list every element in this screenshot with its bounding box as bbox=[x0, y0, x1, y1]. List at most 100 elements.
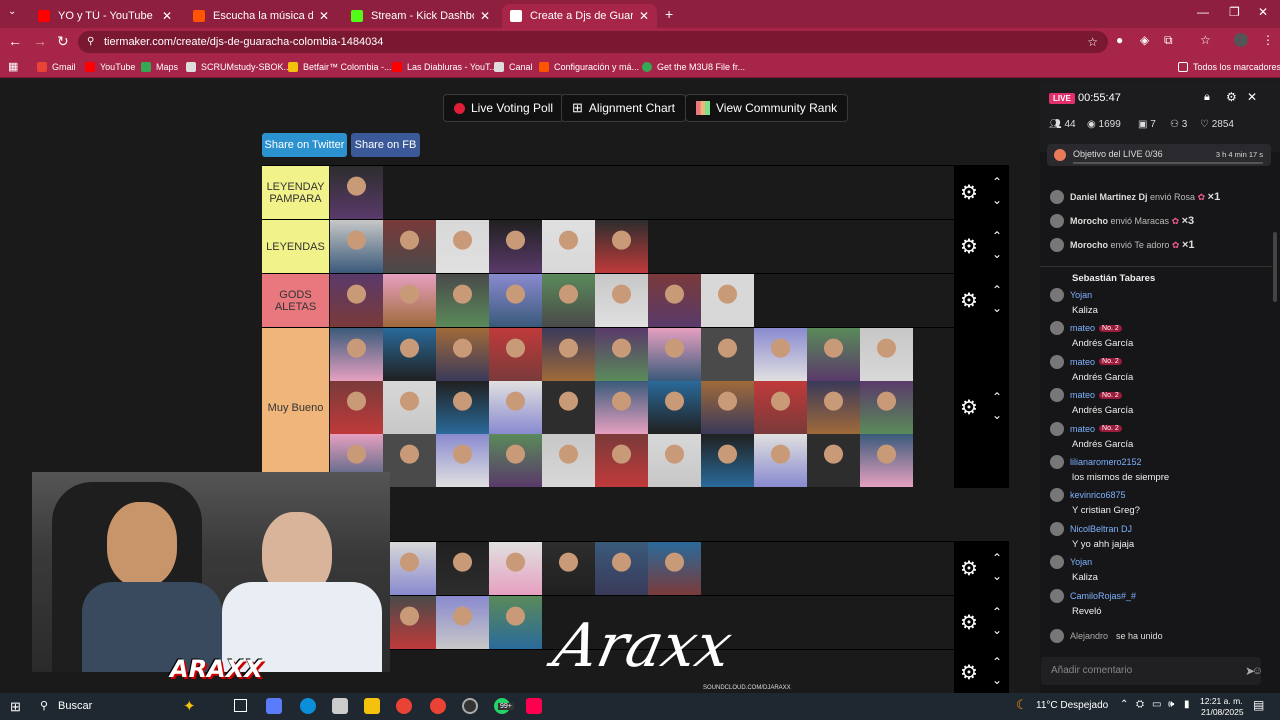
dj-thumbnail[interactable] bbox=[383, 274, 436, 327]
dj-thumbnail[interactable] bbox=[542, 542, 595, 595]
move-up-icon[interactable]: ⌃ bbox=[992, 605, 1002, 619]
share-twitter-button[interactable]: Share on Twitter bbox=[262, 133, 347, 157]
dj-thumbnail[interactable] bbox=[648, 542, 701, 595]
tray-chevron-icon[interactable]: ⌃ bbox=[1120, 699, 1128, 710]
dj-thumbnail[interactable] bbox=[383, 596, 436, 649]
dj-thumbnail[interactable] bbox=[754, 381, 807, 434]
dj-thumbnail[interactable] bbox=[595, 381, 648, 434]
dj-thumbnail[interactable] bbox=[436, 328, 489, 381]
store-icon[interactable] bbox=[332, 698, 348, 714]
dj-thumbnail[interactable] bbox=[595, 434, 648, 487]
bookmark-config[interactable]: Configuración y má... bbox=[539, 59, 639, 75]
chrome-icon[interactable] bbox=[396, 698, 412, 714]
tab-youtube[interactable]: YO y TÚ - YouTube ✕ bbox=[30, 4, 180, 28]
dj-thumbnail[interactable] bbox=[701, 434, 754, 487]
extension-icon[interactable]: ● bbox=[1116, 33, 1123, 47]
settings-gear-icon[interactable]: ⚙ bbox=[960, 556, 978, 581]
lock-icon[interactable]: 🔒︎ bbox=[1204, 91, 1210, 104]
dj-thumbnail[interactable] bbox=[436, 381, 489, 434]
community-rank-button[interactable]: View Community Rank bbox=[685, 94, 849, 122]
dj-thumbnail[interactable] bbox=[701, 328, 754, 381]
dj-thumbnail[interactable] bbox=[542, 220, 595, 273]
forward-icon[interactable]: → bbox=[33, 33, 47, 49]
tab-tiermaker[interactable]: Create a Djs de Guaracha COLO ✕ bbox=[502, 4, 657, 28]
dj-thumbnail[interactable] bbox=[701, 381, 754, 434]
weather-text[interactable]: 11°C Despejado bbox=[1036, 700, 1108, 711]
move-down-icon[interactable]: ⌄ bbox=[992, 623, 1002, 637]
tab-search-icon[interactable]: ⌄ bbox=[8, 6, 16, 17]
dj-thumbnail[interactable] bbox=[807, 434, 860, 487]
bookmarks-icon[interactable]: ☆ bbox=[1200, 33, 1211, 47]
chat-scrollbar[interactable] bbox=[1273, 232, 1277, 302]
dj-thumbnail[interactable] bbox=[860, 381, 913, 434]
close-icon[interactable]: ✕ bbox=[639, 9, 649, 23]
dj-thumbnail[interactable] bbox=[436, 220, 489, 273]
message-user[interactable]: mateo bbox=[1070, 323, 1095, 333]
dj-thumbnail[interactable] bbox=[330, 220, 383, 273]
battery-icon[interactable]: ▮ bbox=[1184, 699, 1190, 710]
dj-thumbnail[interactable] bbox=[595, 220, 648, 273]
address-bar[interactable]: ⚲ tiermaker.com/create/djs-de-guaracha-c… bbox=[78, 31, 1108, 53]
dj-thumbnail[interactable] bbox=[383, 381, 436, 434]
settings-gear-icon[interactable]: ⚙ bbox=[960, 610, 978, 635]
dj-thumbnail[interactable] bbox=[807, 328, 860, 381]
dj-thumbnail[interactable] bbox=[330, 381, 383, 434]
close-icon[interactable]: ✕ bbox=[1247, 90, 1257, 104]
dj-thumbnail[interactable] bbox=[436, 274, 489, 327]
close-icon[interactable]: ✕ bbox=[162, 9, 172, 23]
move-up-icon[interactable]: ⌃ bbox=[992, 283, 1002, 297]
dj-thumbnail[interactable] bbox=[489, 220, 542, 273]
dj-thumbnail[interactable] bbox=[330, 166, 383, 219]
dj-thumbnail[interactable] bbox=[436, 434, 489, 487]
menu-icon[interactable]: ⋮ bbox=[1262, 33, 1274, 47]
dj-thumbnail[interactable] bbox=[542, 434, 595, 487]
task-view-icon[interactable] bbox=[234, 699, 247, 712]
windows-start-icon[interactable]: ⊞ bbox=[10, 699, 21, 715]
clock-date[interactable]: 21/08/2025 bbox=[1201, 707, 1244, 717]
dj-thumbnail[interactable] bbox=[489, 542, 542, 595]
live-goal-bar[interactable]: Objetivo del LIVE 0/36 3 h 4 min 17 s bbox=[1047, 144, 1271, 166]
copilot-sparkle-icon[interactable]: ✦ bbox=[183, 697, 196, 715]
message-user[interactable]: Yojan bbox=[1070, 290, 1092, 300]
bookmark-canal[interactable]: Canal bbox=[494, 59, 533, 75]
restore-icon[interactable]: ❐ bbox=[1229, 5, 1240, 19]
move-down-icon[interactable]: ⌄ bbox=[992, 247, 1002, 261]
bookmark-youtube[interactable]: YouTube bbox=[85, 59, 135, 75]
dj-thumbnail[interactable] bbox=[648, 274, 701, 327]
message-user[interactable]: mateo bbox=[1070, 357, 1095, 367]
live-voting-button[interactable]: Live Voting Poll bbox=[443, 94, 565, 122]
message-user[interactable]: NicolBeltran DJ bbox=[1070, 524, 1132, 534]
message-user[interactable]: lilianaromero2152 bbox=[1070, 457, 1142, 467]
apps-grid-icon[interactable]: ▦ bbox=[8, 60, 18, 73]
dj-thumbnail[interactable] bbox=[489, 381, 542, 434]
message-user[interactable]: CamiloRojas#_# bbox=[1070, 591, 1136, 601]
explorer-icon[interactable] bbox=[364, 698, 380, 714]
dj-thumbnail[interactable] bbox=[542, 328, 595, 381]
settings-gear-icon[interactable]: ⚙ bbox=[960, 395, 978, 420]
dj-thumbnail[interactable] bbox=[648, 434, 701, 487]
dj-thumbnail[interactable] bbox=[489, 434, 542, 487]
bookmark-m3u8[interactable]: Get the M3U8 File fr... bbox=[642, 59, 745, 75]
new-tab-icon[interactable]: + bbox=[665, 6, 673, 22]
extensions-puzzle-icon[interactable]: ⧉ bbox=[1164, 33, 1173, 48]
move-up-icon[interactable]: ⌃ bbox=[992, 655, 1002, 669]
dj-thumbnail[interactable] bbox=[648, 381, 701, 434]
settings-gear-icon[interactable]: ⚙ bbox=[960, 234, 978, 259]
move-up-icon[interactable]: ⌃ bbox=[992, 175, 1002, 189]
profile-avatar[interactable] bbox=[1234, 33, 1248, 47]
dj-thumbnail[interactable] bbox=[542, 274, 595, 327]
dj-thumbnail[interactable] bbox=[860, 328, 913, 381]
clock-time[interactable]: 12:21 a. m. bbox=[1200, 696, 1243, 706]
message-user[interactable]: kevinrico6875 bbox=[1070, 490, 1126, 500]
comment-input[interactable]: Añadir comentario ☺ bbox=[1041, 657, 1263, 685]
dj-thumbnail[interactable] bbox=[595, 328, 648, 381]
dj-thumbnail[interactable] bbox=[542, 381, 595, 434]
minimize-icon[interactable]: — bbox=[1197, 5, 1209, 19]
move-up-icon[interactable]: ⌃ bbox=[992, 551, 1002, 565]
move-up-icon[interactable]: ⌃ bbox=[992, 390, 1002, 404]
extension-icon[interactable]: ◈ bbox=[1140, 33, 1149, 47]
dj-thumbnail[interactable] bbox=[595, 542, 648, 595]
tiktok-icon[interactable] bbox=[526, 698, 542, 714]
alignment-chart-button[interactable]: ⊞ Alignment Chart bbox=[561, 94, 686, 122]
dj-thumbnail[interactable] bbox=[436, 596, 489, 649]
